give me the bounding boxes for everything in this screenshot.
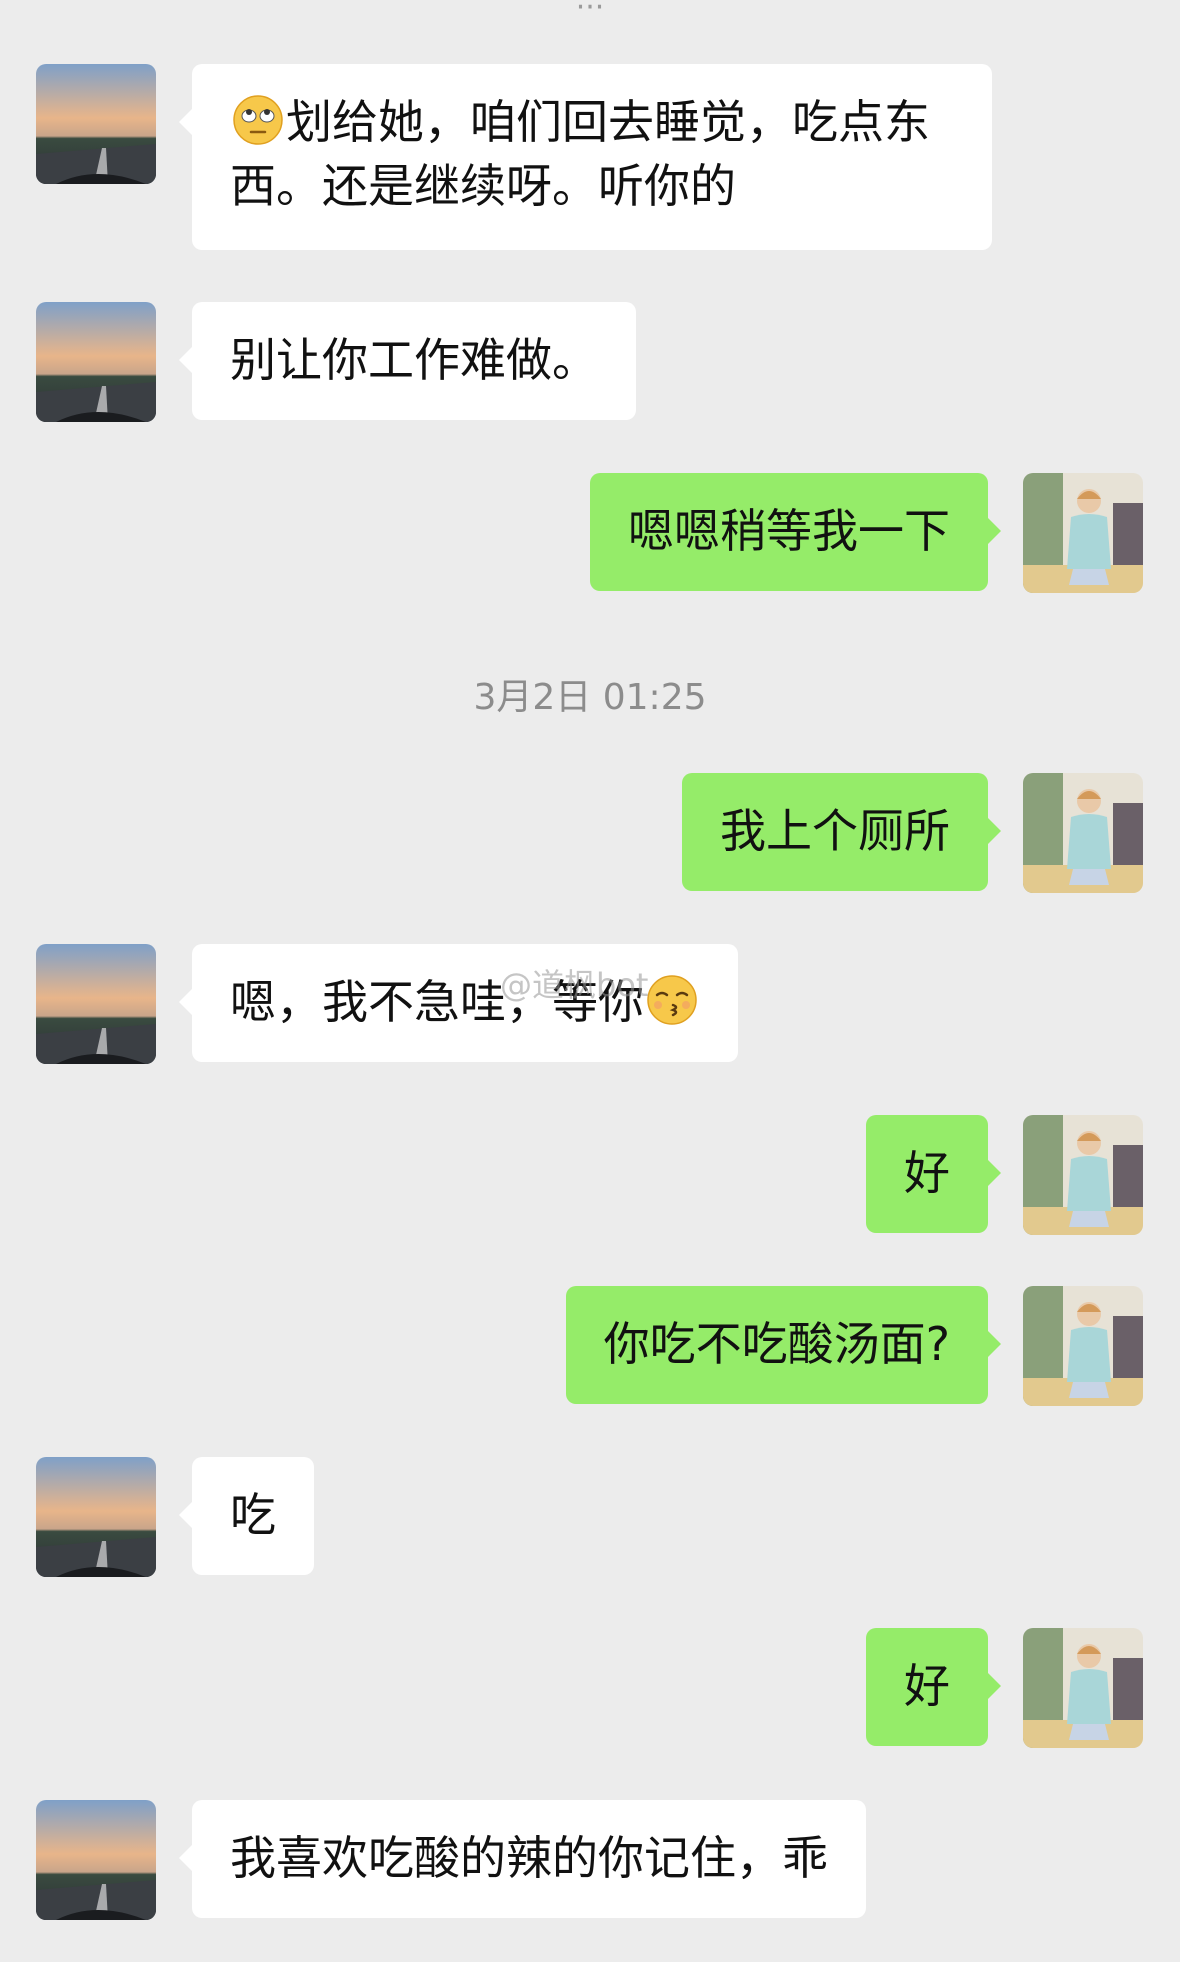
contact-avatar[interactable] xyxy=(36,1457,156,1577)
outgoing-message-bubble[interactable]: 我上个厕所 xyxy=(682,773,1001,891)
message-text: 我上个厕所 xyxy=(720,804,950,858)
kissing-emoji xyxy=(646,974,698,1026)
user-avatar[interactable] xyxy=(1023,473,1143,593)
message-text: 我喜欢吃酸的辣的你记住，乖 xyxy=(230,1831,828,1885)
user-avatar[interactable] xyxy=(1023,1115,1143,1235)
user-avatar[interactable] xyxy=(1023,1286,1143,1406)
contact-avatar[interactable] xyxy=(36,64,156,184)
message-text: 别让你工作难做。 xyxy=(230,333,598,387)
message-text: 嗯嗯稍等我一下 xyxy=(628,504,950,558)
rolling-eyes-emoji xyxy=(232,94,284,146)
message-text: 吃 xyxy=(230,1488,276,1542)
user-avatar[interactable] xyxy=(1023,1628,1143,1748)
contact-avatar[interactable] xyxy=(36,302,156,422)
contact-avatar[interactable] xyxy=(36,944,156,1064)
outgoing-message-bubble[interactable]: 你吃不吃酸汤面? xyxy=(565,1286,1002,1404)
incoming-message-bubble[interactable]: 我喜欢吃酸的辣的你记住，乖 xyxy=(179,1800,866,1918)
outgoing-message-bubble[interactable]: 嗯嗯稍等我一下 xyxy=(590,473,1001,591)
message-text-line: 西。还是继续呀。听你的 xyxy=(230,159,736,213)
incoming-message-bubble[interactable]: 吃 xyxy=(179,1457,314,1575)
message-text: 嗯，我不急哇，等你 xyxy=(230,975,644,1029)
chat-timestamp: 3月2日 01:25 xyxy=(473,677,707,718)
partial-top-text: ··· xyxy=(575,0,605,25)
message-text: 你吃不吃酸汤面? xyxy=(603,1317,950,1371)
incoming-message-bubble[interactable]: 嗯，我不急哇，等你 xyxy=(179,944,738,1062)
incoming-message-bubble[interactable]: 划给她，咱们回去睡觉，吃点东 西。还是继续呀。听你的 xyxy=(179,64,992,250)
message-text: 好 xyxy=(904,1146,950,1200)
outgoing-message-bubble[interactable]: 好 xyxy=(866,1115,1001,1233)
message-text-line: 划给她，咱们回去睡觉，吃点东 xyxy=(286,95,930,149)
outgoing-message-bubble[interactable]: 好 xyxy=(866,1628,1001,1746)
contact-avatar[interactable] xyxy=(36,1800,156,1920)
message-text: 好 xyxy=(904,1659,950,1713)
user-avatar[interactable] xyxy=(1023,773,1143,893)
incoming-message-bubble[interactable]: 别让你工作难做。 xyxy=(179,302,636,420)
